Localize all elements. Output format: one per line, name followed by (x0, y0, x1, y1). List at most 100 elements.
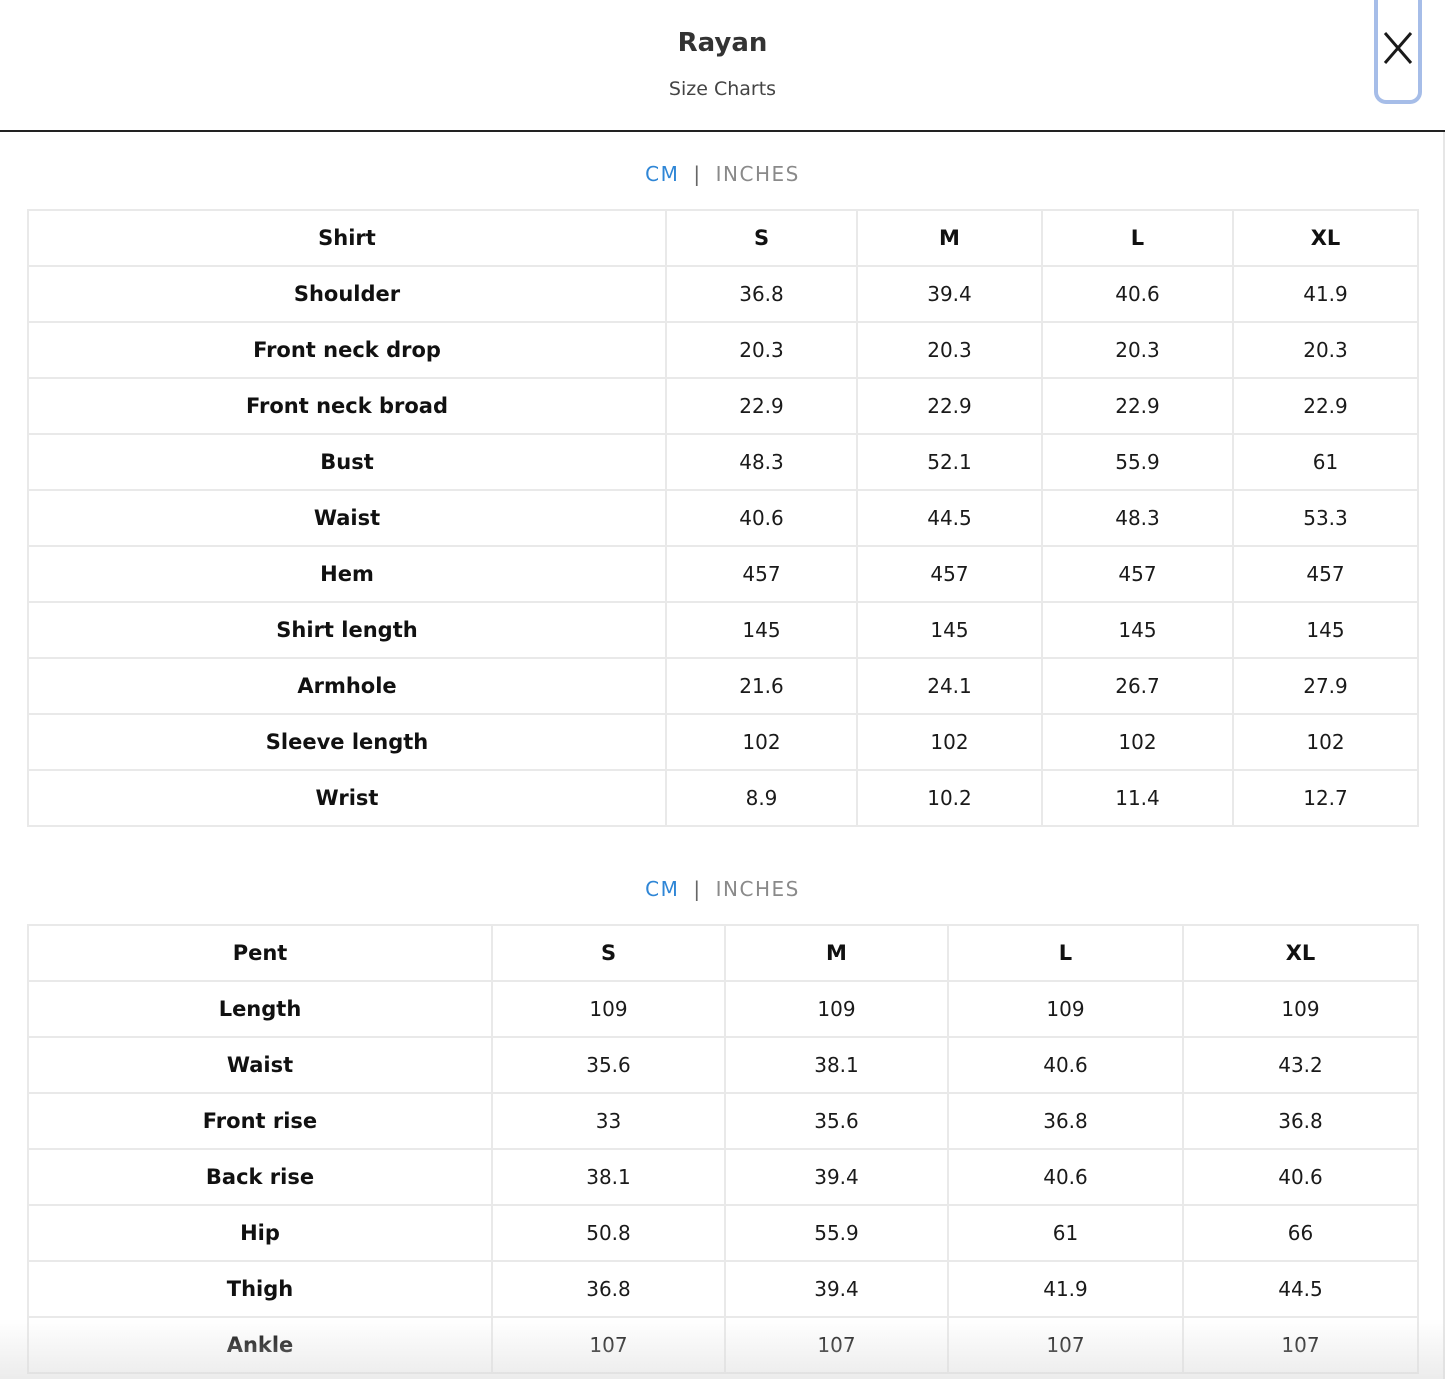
size-column-header: XL (1232, 209, 1419, 267)
measurement-value: 102 (856, 713, 1043, 771)
unit-inches-button[interactable]: INCHES (716, 162, 800, 186)
measurement-value: 107 (947, 1316, 1184, 1374)
measurement-value: 107 (491, 1316, 726, 1374)
measurement-value: 20.3 (1232, 321, 1419, 379)
measurement-value: 38.1 (491, 1148, 726, 1206)
measurement-label: Shoulder (27, 265, 667, 323)
measurement-label: Armhole (27, 657, 667, 715)
measurement-value: 43.2 (1182, 1036, 1419, 1094)
unit-toggle-shirt: CM | INCHES (0, 162, 1445, 186)
measurement-label: Thigh (27, 1260, 493, 1318)
measurement-value: 11.4 (1041, 769, 1234, 827)
measurement-value: 50.8 (491, 1204, 726, 1262)
table-row: Thigh 36.8 39.4 41.9 44.5 (27, 1260, 1419, 1318)
table-row: Armhole 21.6 24.1 26.7 27.9 (27, 657, 1419, 715)
pent-size-table: Pent S M L XL Length 109 109 109 109 Waist 35.6 38.1… (27, 924, 1419, 1374)
table-header-row: Pent S M L XL (27, 924, 1419, 982)
table-header-label: Pent (27, 924, 493, 982)
shirt-size-table: Shirt S M L XL Shoulder 36.8 39.4 40.6 41.9 Front … (27, 209, 1419, 827)
measurement-value: 145 (1041, 601, 1234, 659)
measurement-value: 53.3 (1232, 489, 1419, 547)
size-column-header: S (665, 209, 858, 267)
measurement-value: 107 (1182, 1316, 1419, 1374)
measurement-value: 8.9 (665, 769, 858, 827)
modal-header: Rayan Size Charts (0, 0, 1445, 132)
measurement-value: 12.7 (1232, 769, 1419, 827)
measurement-value: 44.5 (856, 489, 1043, 547)
measurement-value: 52.1 (856, 433, 1043, 491)
measurement-value: 102 (1041, 713, 1234, 771)
measurement-value: 61 (947, 1204, 1184, 1262)
table-row: Front neck broad 22.9 22.9 22.9 22.9 (27, 377, 1419, 435)
measurement-value: 48.3 (665, 433, 858, 491)
measurement-label: Front neck drop (27, 321, 667, 379)
measurement-value: 109 (724, 980, 949, 1038)
table-row: Shoulder 36.8 39.4 40.6 41.9 (27, 265, 1419, 323)
measurement-value: 61 (1232, 433, 1419, 491)
measurement-label: Ankle (27, 1316, 493, 1374)
measurement-label: Back rise (27, 1148, 493, 1206)
table-row: Front rise 33 35.6 36.8 36.8 (27, 1092, 1419, 1150)
size-charts-subtitle: Size Charts (668, 78, 777, 100)
measurement-label: Length (27, 980, 493, 1038)
table-header-label: Shirt (27, 209, 667, 267)
measurement-value: 39.4 (724, 1260, 949, 1318)
table-row: Shirt length 145 145 145 145 (27, 601, 1419, 659)
size-column-header: S (491, 924, 726, 982)
measurement-value: 102 (1232, 713, 1419, 771)
table-row: Waist 35.6 38.1 40.6 43.2 (27, 1036, 1419, 1094)
measurement-value: 39.4 (724, 1148, 949, 1206)
product-title: Rayan (677, 28, 768, 58)
table-header-row: Shirt S M L XL (27, 209, 1419, 267)
table-row: Bust 48.3 52.1 55.9 61 (27, 433, 1419, 491)
unit-inches-button[interactable]: INCHES (716, 877, 800, 901)
measurement-value: 26.7 (1041, 657, 1234, 715)
measurement-value: 38.1 (724, 1036, 949, 1094)
measurement-label: Front rise (27, 1092, 493, 1150)
measurement-value: 457 (856, 545, 1043, 603)
measurement-label: Front neck broad (27, 377, 667, 435)
measurement-value: 22.9 (1232, 377, 1419, 435)
measurement-value: 109 (1182, 980, 1419, 1038)
unit-cm-button[interactable]: CM (645, 162, 679, 186)
measurement-value: 109 (491, 980, 726, 1038)
measurement-value: 457 (665, 545, 858, 603)
measurement-label: Bust (27, 433, 667, 491)
table-row: Front neck drop 20.3 20.3 20.3 20.3 (27, 321, 1419, 379)
measurement-label: Shirt length (27, 601, 667, 659)
measurement-value: 40.6 (1041, 265, 1234, 323)
measurement-value: 48.3 (1041, 489, 1234, 547)
table-row: Length 109 109 109 109 (27, 980, 1419, 1038)
size-column-header: M (856, 209, 1043, 267)
unit-cm-button[interactable]: CM (645, 877, 679, 901)
measurement-value: 40.6 (947, 1036, 1184, 1094)
measurement-value: 66 (1182, 1204, 1419, 1262)
close-icon (1383, 32, 1413, 64)
measurement-value: 44.5 (1182, 1260, 1419, 1318)
table-row: Wrist 8.9 10.2 11.4 12.7 (27, 769, 1419, 827)
measurement-label: Waist (27, 1036, 493, 1094)
table-row: Hem 457 457 457 457 (27, 545, 1419, 603)
measurement-value: 457 (1041, 545, 1234, 603)
close-button[interactable] (1374, 0, 1422, 104)
measurement-value: 22.9 (665, 377, 858, 435)
measurement-label: Wrist (27, 769, 667, 827)
measurement-label: Hem (27, 545, 667, 603)
table-row: Ankle 107 107 107 107 (27, 1316, 1419, 1374)
measurement-value: 24.1 (856, 657, 1043, 715)
measurement-value: 40.6 (1182, 1148, 1419, 1206)
measurement-value: 39.4 (856, 265, 1043, 323)
table-row: Sleeve length 102 102 102 102 (27, 713, 1419, 771)
measurement-value: 55.9 (1041, 433, 1234, 491)
measurement-label: Hip (27, 1204, 493, 1262)
measurement-value: 27.9 (1232, 657, 1419, 715)
measurement-value: 145 (1232, 601, 1419, 659)
measurement-value: 20.3 (665, 321, 858, 379)
measurement-value: 55.9 (724, 1204, 949, 1262)
unit-separator: | (693, 877, 702, 901)
measurement-label: Sleeve length (27, 713, 667, 771)
measurement-value: 40.6 (665, 489, 858, 547)
measurement-value: 145 (856, 601, 1043, 659)
table-row: Hip 50.8 55.9 61 66 (27, 1204, 1419, 1262)
measurement-value: 102 (665, 713, 858, 771)
